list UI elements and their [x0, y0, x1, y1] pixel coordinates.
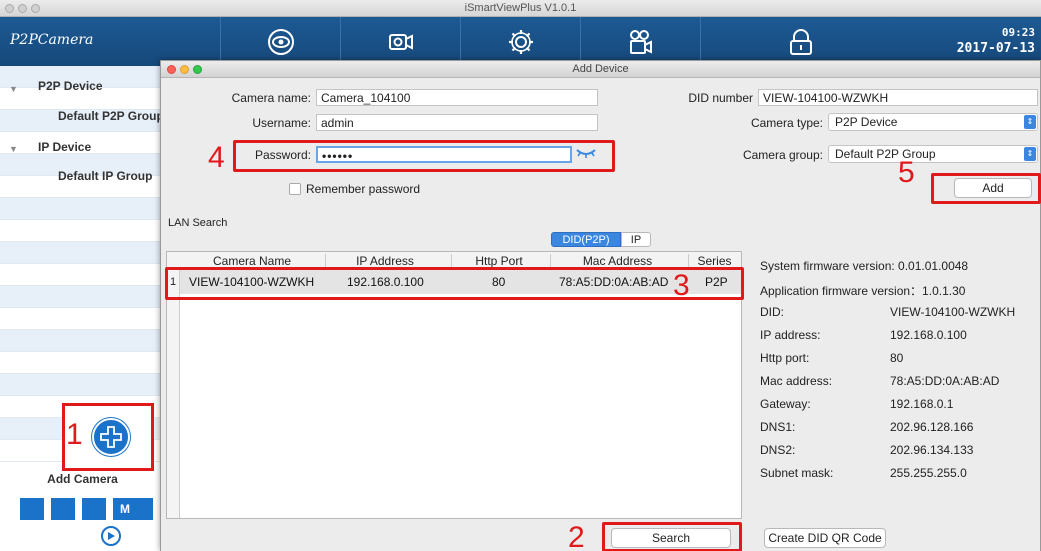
did-number-label: DID number	[688, 91, 753, 105]
username-label: Username:	[252, 116, 311, 130]
row-gutter	[167, 294, 180, 518]
info-value: 202.96.128.166	[890, 420, 974, 434]
play-button[interactable]	[101, 526, 121, 546]
did-number-input[interactable]	[758, 89, 1038, 106]
info-value: 202.96.134.133	[890, 443, 974, 457]
clock-time: 09:23	[1001, 26, 1035, 39]
expand-arrow-icon[interactable]: ▼	[9, 144, 18, 154]
col-camera-name[interactable]: Camera Name	[187, 254, 317, 268]
step-2-highlight	[602, 522, 742, 551]
add-camera-label: Add Camera	[47, 472, 118, 486]
remember-password-checkbox[interactable]	[289, 183, 301, 195]
info-value: 192.168.0.1	[890, 397, 954, 411]
step-4-highlight	[233, 140, 615, 172]
dialog-title: Add Device	[572, 63, 629, 75]
tree-ip-device[interactable]: IP Device	[38, 140, 91, 154]
tree-p2p-device[interactable]: P2P Device	[38, 79, 103, 93]
lock-button[interactable]	[700, 17, 900, 66]
app-logo: P2PCamera	[10, 32, 94, 48]
create-qr-button[interactable]: Create DID QR Code	[764, 528, 886, 548]
app-title: iSmartViewPlus V1.0.1	[464, 2, 577, 14]
layout-4-button[interactable]	[51, 498, 75, 520]
settings-button[interactable]	[460, 17, 580, 66]
clock: 09:23 2017-07-13	[957, 25, 1035, 57]
eye-icon	[267, 28, 294, 55]
step-3-highlight	[165, 267, 744, 300]
add-camera-button[interactable]	[92, 418, 130, 456]
add-device-dialog: Add Device Camera name: Username: Passwo…	[160, 60, 1041, 551]
camera-name-label: Camera name:	[231, 91, 311, 105]
info-key: Http port:	[760, 351, 810, 365]
col-ip-address[interactable]: IP Address	[325, 254, 445, 268]
info-key: DNS2:	[760, 443, 796, 457]
lan-search-label: LAN Search	[168, 217, 228, 229]
dialog-bottom-bar	[161, 521, 1040, 551]
step-3-marker: 3	[673, 269, 690, 302]
record-button[interactable]	[340, 17, 460, 66]
camera-type-select[interactable]: P2P Device ⇕	[828, 113, 1038, 131]
app-firmware-text: Application firmware version：1.0.1.30	[760, 284, 966, 298]
username-input[interactable]	[316, 114, 598, 131]
info-key: DNS1:	[760, 420, 796, 434]
layout-9-button[interactable]	[82, 498, 106, 520]
remember-password-label: Remember password	[306, 182, 421, 196]
play-icon	[108, 532, 115, 540]
dialog-titlebar: Add Device	[161, 61, 1040, 78]
col-http-port[interactable]: Http Port	[451, 254, 547, 268]
tab-did-p2p[interactable]: DID(P2P)	[551, 232, 621, 247]
col-series[interactable]: Series	[688, 254, 741, 268]
plus-icon	[100, 426, 122, 448]
info-value: 192.168.0.100	[890, 328, 967, 342]
info-key: IP address:	[760, 328, 821, 342]
info-key: Gateway:	[760, 397, 811, 411]
layout-1-button[interactable]	[20, 498, 44, 520]
expand-arrow-icon[interactable]: ▼	[9, 84, 18, 94]
camera-type-value: P2P Device	[835, 115, 898, 129]
step-5-marker: 5	[898, 156, 915, 189]
main-toolbar: P2PCamera 09:23 2017-07-13	[0, 17, 1041, 66]
lock-icon	[789, 28, 812, 55]
info-value: 80	[890, 351, 904, 365]
playback-icon	[629, 29, 652, 54]
camera-name-input[interactable]	[316, 89, 598, 106]
layout-more-button[interactable]: M	[113, 498, 153, 520]
info-value: 78:A5:DD:0A:AB:AD	[890, 374, 1000, 388]
system-firmware-text: System firmware version: 0.01.01.0048	[760, 259, 969, 273]
info-value: 255.255.255.0	[890, 466, 967, 480]
info-value: VIEW-104100-WZWKH	[890, 305, 1016, 319]
info-key: Subnet mask:	[760, 466, 834, 480]
camera-type-label: Camera type:	[750, 116, 823, 130]
main-titlebar: iSmartViewPlus V1.0.1	[0, 0, 1041, 17]
step-1-marker: 1	[66, 418, 83, 451]
live-view-button[interactable]	[220, 17, 340, 66]
camera-icon	[388, 33, 413, 50]
tree-ip-group[interactable]: Default IP Group	[58, 169, 152, 183]
camera-group-select[interactable]: Default P2P Group ⇕	[828, 145, 1038, 163]
chevron-updown-icon: ⇕	[1024, 115, 1036, 129]
clock-date: 2017-07-13	[956, 41, 1035, 56]
settings-icon	[508, 29, 533, 54]
tab-ip[interactable]: IP	[621, 232, 651, 247]
playback-button[interactable]	[580, 17, 700, 66]
step-4-marker: 4	[208, 141, 225, 174]
chevron-updown-icon: ⇕	[1024, 147, 1036, 161]
camera-group-value: Default P2P Group	[835, 147, 936, 161]
step-5-highlight	[931, 173, 1041, 204]
col-mac-address[interactable]: Mac Address	[550, 254, 685, 268]
tree-p2p-group[interactable]: Default P2P Group	[58, 109, 164, 123]
step-2-marker: 2	[568, 521, 585, 551]
camera-group-label: Camera group:	[742, 148, 823, 162]
info-key: Mac address:	[760, 374, 833, 388]
info-key: DID:	[760, 305, 784, 319]
